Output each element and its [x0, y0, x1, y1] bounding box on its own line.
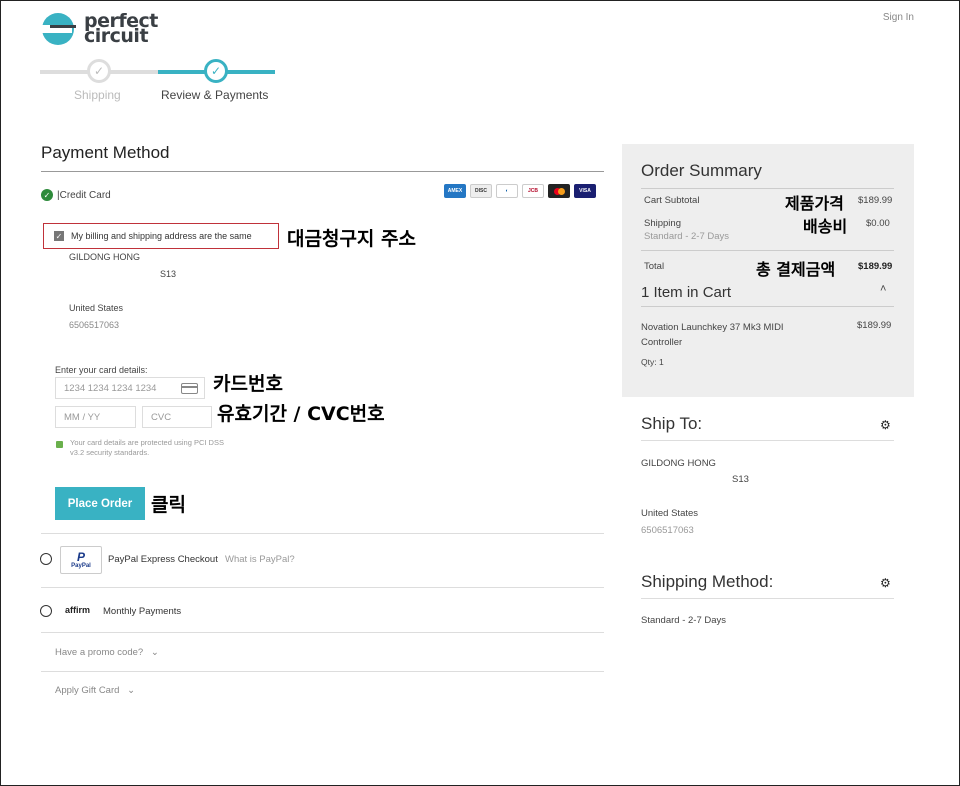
total-value: $189.99	[858, 261, 893, 272]
title-divider	[41, 171, 604, 172]
selected-check-icon: ✓	[41, 189, 53, 201]
order-summary-title: Order Summary	[641, 161, 762, 180]
card-icon	[181, 383, 198, 394]
checkbox-checked-icon[interactable]: ✓	[54, 231, 64, 241]
annotation-subtotal: 제품가격	[785, 194, 844, 213]
logo-mark-icon	[42, 13, 76, 45]
billing-line2: S13	[160, 269, 177, 279]
payment-method-title: Payment Method	[41, 143, 170, 162]
billing-same-label: My billing and shipping address are the …	[71, 231, 252, 241]
billing-country: United States	[69, 303, 124, 313]
lock-icon	[56, 441, 63, 448]
amex-icon: AMEX	[444, 184, 466, 198]
divider	[641, 598, 894, 599]
paypal-label[interactable]: PayPal Express Checkout	[108, 554, 218, 565]
place-order-button[interactable]: Place Order	[55, 487, 145, 520]
visa-icon: VISA	[574, 184, 596, 198]
affirm-radio[interactable]	[40, 605, 52, 617]
affirm-label[interactable]: Monthly Payments	[103, 606, 181, 617]
paypal-logo-text: PayPal	[71, 563, 91, 569]
item-name: Novation Launchkey 37 Mk3 MIDI Controlle…	[641, 320, 784, 350]
chevron-down-icon: ⌄	[127, 685, 136, 696]
gift-card-toggle[interactable]: Apply Gift Card ⌄	[55, 685, 135, 696]
subtotal-value: $189.99	[858, 195, 893, 206]
step-shipping-label[interactable]: Shipping	[74, 88, 121, 102]
shipping-method-title: Shipping Method:	[641, 572, 774, 591]
affirm-logo: affirm	[65, 605, 91, 615]
card-number-input[interactable]: 1234 1234 1234 1234	[55, 377, 205, 399]
diners-icon: ◐	[496, 184, 518, 198]
gear-icon[interactable]: ⚙	[880, 576, 891, 590]
paypal-radio[interactable]	[40, 553, 52, 565]
billing-name: GILDONG HONG	[69, 252, 141, 262]
jcb-icon: JCB	[522, 184, 544, 198]
promo-label: Have a promo code?	[55, 647, 144, 658]
step-review-check-icon: ✓	[204, 59, 228, 83]
paypal-p-icon: P	[76, 550, 85, 564]
divider	[41, 587, 604, 588]
ship-to-line2: S13	[732, 474, 749, 485]
card-number-placeholder: 1234 1234 1234 1234	[64, 382, 157, 394]
cvc-placeholder: CVC	[151, 411, 172, 423]
item-qty: Qty: 1	[641, 357, 664, 367]
divider	[641, 440, 894, 441]
annotation-total: 총 결제금액	[756, 260, 836, 279]
item-name-line2: Controller	[641, 337, 683, 348]
cvc-input[interactable]: CVC	[142, 406, 212, 428]
chevron-up-icon[interactable]: ˄	[880, 283, 886, 295]
expiry-placeholder: MM / YY	[64, 411, 101, 423]
divider	[41, 533, 604, 534]
divider	[641, 188, 894, 189]
logo-line2: circuit	[84, 25, 149, 47]
total-label: Total	[644, 261, 665, 272]
discover-icon: DISC	[470, 184, 492, 198]
sign-in-link[interactable]: Sign In	[883, 12, 914, 23]
logo-text: perfect circuit	[84, 12, 158, 47]
gift-label: Apply Gift Card	[55, 685, 120, 696]
shipping-label: Shipping	[644, 218, 681, 229]
shipping-method-value: Standard - 2-7 Days	[641, 615, 727, 626]
divider	[41, 671, 604, 672]
expiry-input[interactable]: MM / YY	[55, 406, 136, 428]
annotation-expiry-cvc: 유효기간 / CVC번호	[217, 403, 385, 425]
billing-phone: 6506517063	[69, 320, 120, 330]
secure-note: Your card details are protected using PC…	[70, 438, 224, 457]
item-name-line1: Novation Launchkey 37 Mk3 MIDI	[641, 322, 784, 333]
divider	[641, 306, 894, 307]
ship-to-name: GILDONG HONG	[641, 458, 716, 469]
item-price: $189.99	[857, 320, 892, 331]
annotation-shipping: 배송비	[803, 217, 848, 236]
shipping-sub: Standard - 2-7 Days	[644, 231, 730, 242]
annotation-card-number: 카드번호	[213, 373, 283, 395]
annotation-billing: 대금청구지 주소	[287, 228, 416, 250]
credit-card-label: |Credit Card	[57, 189, 111, 201]
mastercard-icon	[548, 184, 570, 198]
logo[interactable]: perfect circuit	[40, 12, 158, 46]
paypal-help-link[interactable]: What is PayPal?	[225, 554, 295, 565]
step-shipping-check-icon[interactable]: ✓	[87, 59, 111, 83]
ship-to-country: United States	[641, 508, 699, 519]
credit-card-option[interactable]: ✓ |Credit Card	[41, 189, 111, 201]
ship-to-phone: 6506517063	[641, 525, 694, 536]
gear-icon[interactable]: ⚙	[880, 418, 891, 432]
annotation-click: 클릭	[151, 494, 186, 516]
promo-code-toggle[interactable]: Have a promo code? ⌄	[55, 647, 159, 658]
chevron-down-icon: ⌄	[150, 647, 159, 658]
shipping-value: $0.00	[866, 218, 890, 229]
divider	[641, 250, 894, 251]
subtotal-label: Cart Subtotal	[644, 195, 700, 206]
ship-to-title: Ship To:	[641, 414, 703, 433]
divider	[41, 632, 604, 633]
card-brand-logos: AMEX DISC ◐ JCB VISA	[444, 184, 596, 198]
step-review-label: Review & Payments	[161, 88, 269, 102]
paypal-logo: P PayPal	[60, 546, 102, 574]
items-in-cart-title[interactable]: 1 Item in Cart	[641, 284, 731, 301]
billing-same-checkbox-row[interactable]: ✓ My billing and shipping address are th…	[43, 223, 279, 249]
card-details-label: Enter your card details:	[55, 365, 148, 375]
